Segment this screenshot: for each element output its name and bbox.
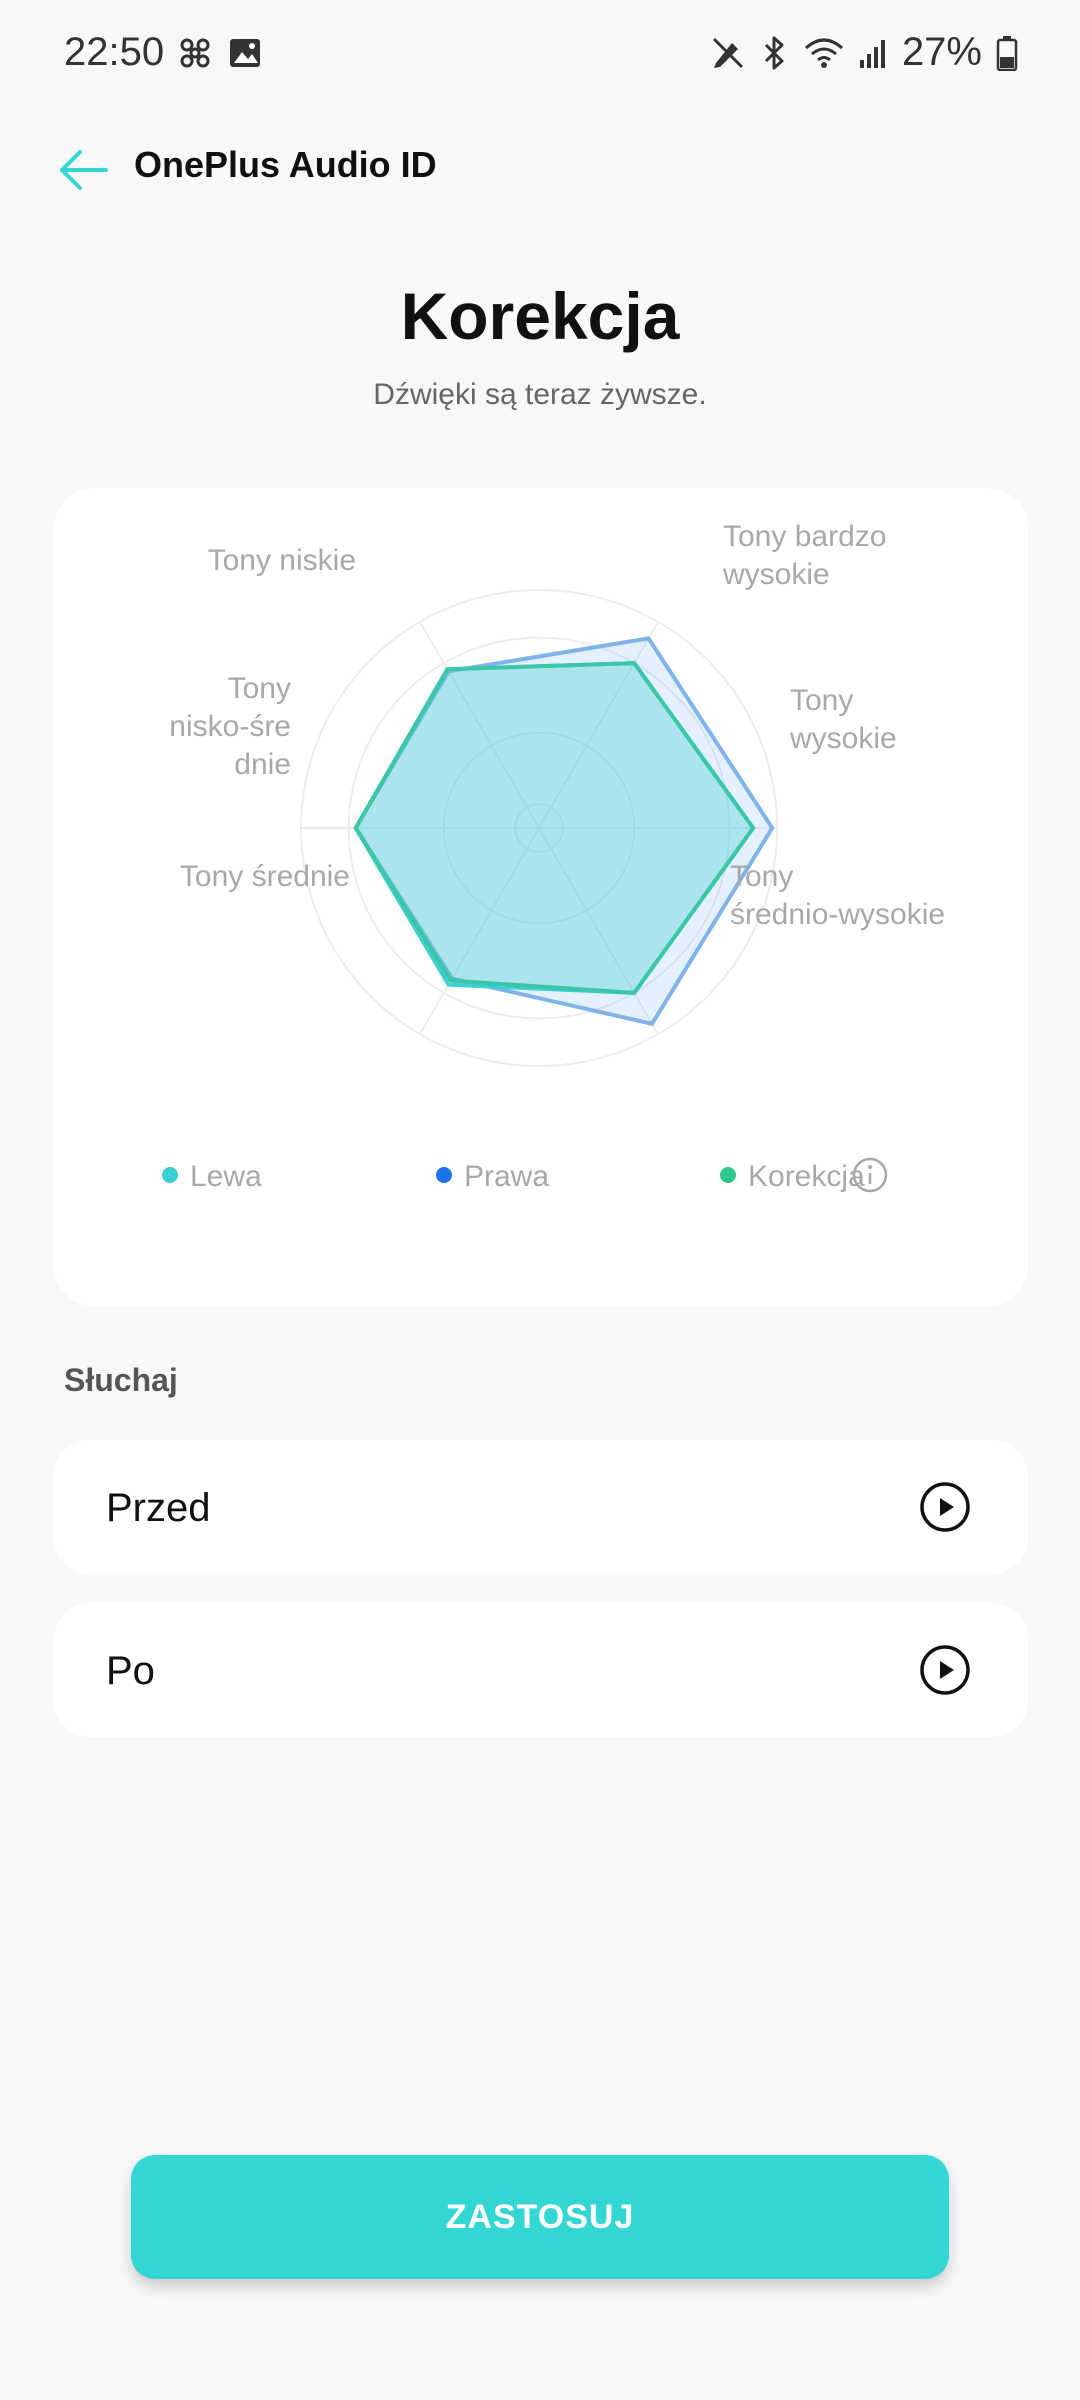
image-icon xyxy=(230,39,260,67)
apply-button[interactable]: ZASTOSUJ xyxy=(131,2155,949,2279)
status-right-icons: 27% xyxy=(710,30,1018,75)
radar-axis-label-1-0: Tony xyxy=(790,684,853,717)
play-circle-icon[interactable] xyxy=(918,1643,972,1697)
top-app-bar: OnePlus Audio ID xyxy=(0,130,1080,210)
radar-axis-label-4-2: dnie xyxy=(234,748,291,781)
arrow-left-icon xyxy=(60,150,108,190)
radar-chart: Tony bardzo wysokie Tony wysokie Tony średnio… xyxy=(162,520,945,1193)
legend-label-korekcja: Korekcja xyxy=(748,1160,865,1193)
pen-off-icon xyxy=(712,37,743,68)
legend-label-lewa: Lewa xyxy=(190,1160,262,1193)
radar-axis-label-3-0: Tony średnie xyxy=(180,860,350,893)
back-button[interactable] xyxy=(56,144,112,196)
wifi-icon xyxy=(804,38,843,68)
signal-icon xyxy=(859,39,885,68)
play-before-label: Przed xyxy=(106,1486,211,1530)
info-icon-dot xyxy=(868,1165,872,1169)
radar-axis-label-4-0: Tony xyxy=(228,672,291,705)
status-bar: 22:50 27% xyxy=(0,0,1080,110)
page-title: Korekcja xyxy=(400,279,680,353)
legend-dot-korekcja xyxy=(720,1167,736,1183)
legend-dot-prawa xyxy=(436,1167,452,1183)
radar-axis-label-4-1: nisko-śre xyxy=(169,710,291,743)
battery-percent: 27% xyxy=(901,30,982,74)
legend-label-prawa: Prawa xyxy=(464,1160,549,1193)
apply-button-label: ZASTOSUJ xyxy=(445,2197,635,2236)
radar-axis-label-5-0: Tony niskie xyxy=(208,544,356,577)
radar-axis-label-2-1: średnio-wysokie xyxy=(730,898,945,931)
play-circle-icon[interactable] xyxy=(918,1480,972,1534)
radar-axis-label-0-1: wysokie xyxy=(722,558,830,591)
radar-chart-card: Tony bardzo wysokie Tony wysokie Tony średnio… xyxy=(54,488,1028,1306)
status-left-icons xyxy=(178,36,262,70)
status-time: 22:50 xyxy=(64,30,165,74)
radar-axis-label-1-1: wysokie xyxy=(789,722,897,755)
legend-dot-lewa xyxy=(162,1167,178,1183)
play-before-row[interactable]: Przed xyxy=(54,1440,1028,1574)
battery-icon xyxy=(996,35,1018,71)
play-after-label: Po xyxy=(106,1649,155,1693)
radar-axis-label-0-0: Tony bardzo xyxy=(723,520,886,553)
listen-section-label: Słuchaj xyxy=(64,1362,178,1398)
fan-icon xyxy=(180,38,210,68)
bluetooth-icon xyxy=(764,36,784,69)
page-subtitle: Dźwięki są teraz żywsze. xyxy=(373,378,707,411)
app-title: OnePlus Audio ID xyxy=(134,144,437,185)
radar-axis-label-2-0: Tony xyxy=(730,860,793,893)
play-after-row[interactable]: Po xyxy=(54,1603,1028,1737)
